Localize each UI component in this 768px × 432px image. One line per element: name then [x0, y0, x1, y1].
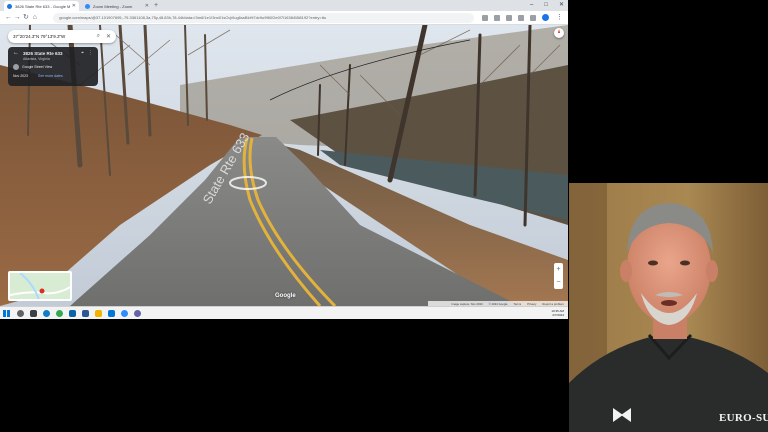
place-info-card: ← 3826 State Rte 633 ⌖ ⋮ Altavista, Virg… — [8, 47, 98, 86]
tray-date: 2/7/2024 — [552, 313, 564, 317]
street-view-avatar-icon — [13, 64, 19, 70]
google-maps-favicon-icon — [7, 3, 12, 9]
close-window-button[interactable]: ✕ — [559, 1, 564, 10]
minimize-button[interactable]: – — [530, 1, 533, 10]
windows-taskbar: 10:35 AM 2/7/2024 — [0, 306, 568, 319]
footer-copyright: © 2024 Google — [488, 301, 508, 306]
search-taskbar-icon[interactable] — [17, 309, 24, 317]
sidebar-icon[interactable] — [529, 14, 536, 21]
teams-icon[interactable] — [134, 309, 141, 317]
back-arrow-icon[interactable]: ← — [13, 50, 19, 56]
chrome-icon[interactable] — [56, 309, 63, 317]
presenter-right-ear — [706, 260, 718, 282]
presenter-mouth — [661, 300, 677, 306]
zoom-icon[interactable] — [121, 309, 128, 317]
map-pin-icon — [39, 288, 45, 294]
forward-button[interactable]: → — [13, 13, 22, 23]
outlook-icon[interactable] — [69, 309, 76, 317]
start-button[interactable] — [3, 309, 10, 317]
tab-label: Zoom Meeting - Zoom — [93, 3, 133, 9]
presenter-right-eye — [680, 260, 690, 266]
zoom-favicon-icon — [85, 3, 90, 9]
tab-label: 3826 State Rte 633 - Google M — [15, 3, 71, 9]
location-icon[interactable] — [481, 14, 488, 21]
more-options-icon[interactable]: ⋮ — [88, 50, 93, 56]
mini-map-graphic — [10, 273, 70, 299]
back-button[interactable]: ← — [4, 13, 13, 23]
browser-toolbar: ← → ↻ ⌂ google.com/maps/@37.101907695,-7… — [0, 11, 568, 25]
presenter-left-eye — [648, 260, 658, 266]
mini-map[interactable] — [8, 271, 72, 301]
system-tray-clock[interactable]: 10:35 AM 2/7/2024 — [551, 309, 568, 317]
browser-tab-bar: 3826 State Rte 633 - Google M ✕ Zoom Mee… — [0, 0, 568, 11]
cast-icon[interactable] — [493, 14, 500, 21]
footer-capture: Image capture: Nov 2023 — [451, 301, 483, 306]
tab-close-icon[interactable]: ✕ — [145, 3, 149, 9]
video-frame: 3826 State Rte 633 - Google M ✕ Zoom Mee… — [0, 0, 768, 432]
tab-close-icon[interactable]: ✕ — [72, 3, 76, 9]
profile-avatar[interactable] — [541, 14, 549, 21]
maps-search-box[interactable]: 37°20'24.3"N 79°13'9.3"W ⌕ ✕ — [8, 30, 116, 43]
extensions-icon[interactable] — [517, 14, 524, 21]
shared-screen: 3826 State Rte 633 - Google M ✕ Zoom Mee… — [0, 0, 568, 319]
edge-icon[interactable] — [43, 309, 50, 317]
reload-button[interactable]: ↻ — [22, 13, 31, 23]
search-query-text: 37°20'24.3"N 79°13'9.3"W — [13, 34, 66, 39]
google-logo: Google — [275, 293, 296, 299]
presenter-left-ear — [620, 260, 632, 282]
file-explorer-icon[interactable] — [95, 309, 102, 317]
place-subtitle: Altavista, Virginia — [23, 57, 50, 61]
compass-icon[interactable] — [554, 28, 564, 38]
footer-privacy-link[interactable]: Privacy — [527, 302, 536, 306]
window-controls: – □ ✕ — [530, 1, 564, 10]
footer-terms-link[interactable]: Terms — [514, 302, 522, 306]
url-text: google.com/maps/@37.101907695,-79.336110… — [59, 15, 327, 20]
word-icon[interactable] — [82, 309, 89, 317]
mail-icon[interactable] — [108, 309, 115, 317]
zoom-controls: + − — [554, 263, 563, 289]
new-tab-button[interactable]: + — [154, 1, 158, 10]
capture-date: Nov 2023 — [13, 74, 28, 78]
address-bar[interactable]: google.com/maps/@37.101907695,-79.336110… — [53, 12, 474, 23]
shirt-logo-text: EURO-SUIT — [719, 412, 768, 424]
bookmark-star-icon[interactable] — [505, 14, 512, 21]
street-view-panorama[interactable]: State Rte 633 37°20'24.3"N 79°13'9.3"W ⌕… — [0, 25, 568, 306]
tab-zoom-meeting[interactable]: Zoom Meeting - Zoom ✕ — [82, 1, 152, 11]
provider-label: Google Street View — [22, 65, 53, 69]
task-view-icon[interactable] — [30, 309, 37, 317]
maximize-button[interactable]: □ — [544, 1, 548, 10]
webcam-feed: EURO-SUIT — [569, 183, 768, 432]
presenter-video — [569, 183, 768, 432]
location-pin-icon[interactable]: ⌖ — [81, 50, 84, 56]
see-more-dates-link[interactable]: See more dates — [38, 74, 63, 78]
zoom-out-button[interactable]: − — [556, 279, 560, 286]
home-button[interactable]: ⌂ — [30, 13, 39, 23]
zoom-in-button[interactable]: + — [556, 266, 560, 273]
tab-google-maps[interactable]: 3826 State Rte 633 - Google M ✕ — [4, 1, 79, 11]
close-icon[interactable]: ✕ — [106, 33, 111, 40]
footer-report-link[interactable]: Report a problem — [542, 302, 564, 306]
place-title: 3826 State Rte 633 — [23, 50, 63, 56]
search-icon[interactable]: ⌕ — [97, 33, 100, 40]
toolbar-extensions: ⋮ — [481, 13, 564, 23]
menu-kebab-icon[interactable]: ⋮ — [555, 13, 564, 23]
